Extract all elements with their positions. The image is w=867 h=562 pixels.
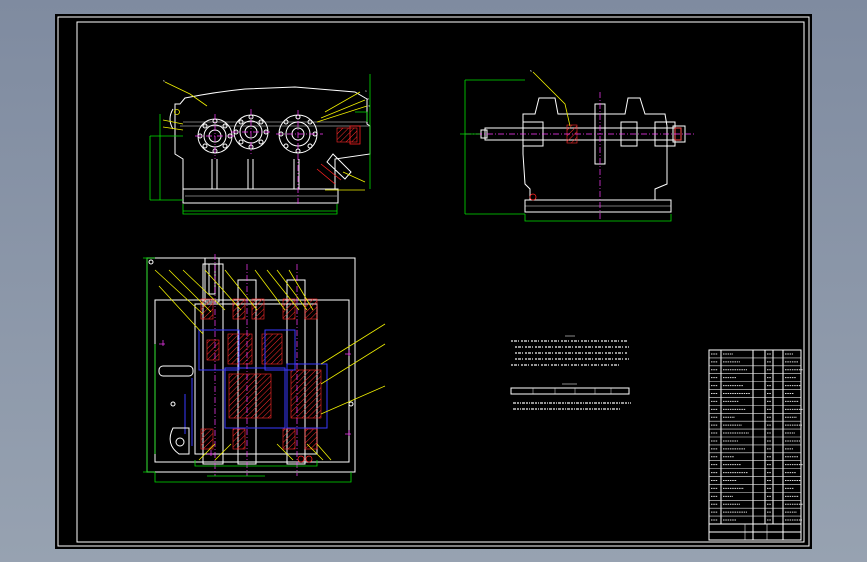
svg-text:3: 3 bbox=[368, 104, 370, 108]
front-view: 5 1 2 3 bbox=[149, 74, 371, 215]
inner-border bbox=[76, 21, 805, 543]
svg-text:5: 5 bbox=[530, 69, 532, 73]
technical-notes bbox=[510, 335, 631, 410]
side-view: 5 bbox=[460, 69, 695, 222]
parts-list-table bbox=[708, 349, 804, 541]
cad-viewport[interactable]: 5 1 2 3 5 bbox=[0, 0, 867, 562]
top-section-view bbox=[143, 254, 386, 483]
outer-border bbox=[57, 16, 810, 547]
svg-text:1: 1 bbox=[365, 89, 367, 93]
drawing-sheet: 5 1 2 3 5 bbox=[55, 14, 812, 549]
drawing-canvas: 5 1 2 3 5 bbox=[57, 16, 810, 547]
svg-text:2: 2 bbox=[367, 97, 369, 101]
svg-text:5: 5 bbox=[163, 79, 165, 83]
